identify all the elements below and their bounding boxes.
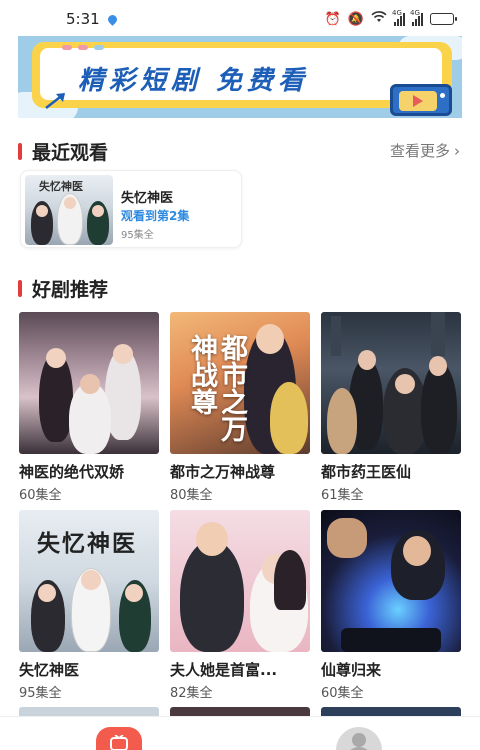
status-time: 5:31	[66, 10, 100, 28]
mute-icon: 🔕	[347, 11, 364, 27]
drama-card[interactable]: 仙尊归来 60集全	[321, 510, 461, 701]
see-more-link[interactable]: 查看更多 ›	[390, 140, 460, 161]
tv-icon	[390, 84, 452, 116]
see-more-label: 查看更多	[389, 142, 450, 160]
drama-card[interactable]: 神医的绝代双娇 60集全	[19, 312, 159, 503]
network-type-2: 4G	[410, 8, 420, 17]
banner-dot	[62, 45, 72, 50]
banner-title: 精彩短剧 免费看	[78, 66, 310, 96]
drama-poster	[321, 312, 461, 454]
signal-icon-1: 4G	[392, 9, 405, 26]
drama-title: 失忆神医	[19, 661, 80, 679]
drama-card[interactable]: 失忆神医 失忆神医 95集全	[19, 510, 159, 701]
tab-profile[interactable]	[336, 727, 382, 750]
drama-card[interactable]: 都市之万神战尊 都市之万神战尊 80集全	[170, 312, 310, 503]
tab-home[interactable]	[96, 727, 142, 750]
drama-title: 都市之万神战尊	[170, 463, 276, 481]
banner-dot	[94, 45, 104, 50]
recent-poster-text: 失忆神医	[39, 180, 83, 193]
section-marker	[18, 280, 22, 297]
drama-poster	[321, 510, 461, 652]
wifi-icon	[371, 11, 387, 27]
drama-episodes: 60集全	[19, 488, 62, 503]
drama-episodes: 61集全	[321, 488, 364, 503]
section-marker	[18, 143, 22, 160]
location-icon	[106, 13, 119, 26]
drama-episodes: 80集全	[170, 488, 213, 503]
recent-title-text: 最近观看	[32, 142, 109, 164]
profile-icon	[352, 733, 366, 747]
arrow-decoration-icon	[45, 93, 65, 109]
alarm-icon: ⏰	[324, 11, 341, 27]
chevron-right-icon: ›	[454, 141, 460, 160]
drama-title: 都市药王医仙	[321, 463, 412, 481]
drama-title: 仙尊归来	[321, 661, 382, 679]
recent-item-name: 失忆神医	[121, 191, 174, 206]
drama-poster	[19, 312, 159, 454]
promo-banner[interactable]: 精彩短剧 免费看	[18, 36, 462, 118]
battery-icon	[430, 13, 457, 25]
bottom-tab-bar	[0, 716, 480, 750]
drama-poster: 失忆神医	[19, 510, 159, 652]
recent-watch-card[interactable]: 失忆神医 失忆神医 观看到第2集 95集全	[20, 170, 242, 248]
drama-poster: 都市之万神战尊	[170, 312, 310, 454]
recommend-title-text: 好剧推荐	[32, 279, 109, 301]
drama-poster-text: 都市之万神战尊	[186, 334, 247, 442]
recommend-section-title: 好剧推荐	[18, 275, 108, 302]
drama-poster	[170, 510, 310, 652]
drama-poster-text: 失忆神医	[37, 531, 137, 557]
recent-thumbnail: 失忆神医	[25, 175, 113, 245]
drama-episodes: 82集全	[170, 686, 213, 701]
recent-section-title: 最近观看	[18, 138, 108, 165]
home-play-icon	[110, 735, 128, 750]
drama-card[interactable]: 夫人她是首富... 82集全	[170, 510, 310, 701]
status-bar: 5:31 ⏰ 🔕 4G 4G	[0, 0, 480, 38]
signal-icon-2: 4G	[410, 9, 423, 26]
drama-title: 夫人她是首富...	[170, 661, 278, 679]
drama-card[interactable]: 都市药王医仙 61集全	[321, 312, 461, 503]
drama-episodes: 60集全	[321, 686, 364, 701]
banner-dot	[78, 45, 88, 50]
drama-title: 神医的绝代双娇	[19, 463, 125, 481]
status-icons: ⏰ 🔕 4G 4G	[324, 9, 457, 27]
drama-episodes: 95集全	[19, 686, 62, 701]
network-type-1: 4G	[392, 8, 402, 17]
recent-item-episodes: 95集全	[121, 230, 154, 241]
recent-item-progress: 观看到第2集	[121, 209, 190, 223]
